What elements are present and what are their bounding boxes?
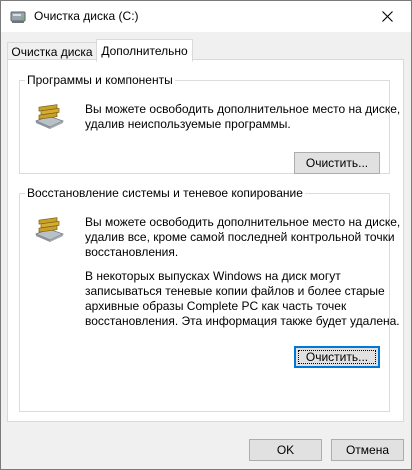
programs-group-title: Программы и компоненты	[27, 73, 173, 87]
close-button[interactable]	[365, 1, 411, 32]
cancel-button[interactable]: Отмена	[331, 439, 404, 461]
title-bar[interactable]: Очистка диска (C:)	[1, 1, 411, 32]
tab-more-options[interactable]: Дополнительно	[96, 39, 193, 62]
window-title: Очистка диска (C:)	[34, 9, 139, 23]
package-icon	[33, 216, 65, 242]
system-restore-note: В некоторых выпусках Windows на диск мог…	[85, 269, 400, 328]
focus-ring	[298, 350, 376, 364]
programs-group: Программы и компоненты Вы можете освобод…	[19, 73, 400, 174]
system-restore-description: Вы можете освободить дополнительное мест…	[85, 215, 401, 259]
system-restore-group-title: Восстановление системы и теневое копиров…	[27, 186, 303, 200]
ok-button[interactable]: OK	[249, 439, 322, 461]
disk-cleanup-icon	[10, 10, 26, 24]
system-restore-cleanup-button[interactable]: Очистить...	[294, 346, 380, 368]
tab-strip: Очистка диска Дополнительно	[1, 32, 411, 62]
disk-cleanup-dialog: Очистка диска (C:) Очистка диска Дополни…	[0, 0, 412, 470]
package-icon	[33, 103, 65, 129]
more-options-panel: Программы и компоненты Вы можете освобод…	[7, 59, 404, 422]
system-restore-group: Восстановление системы и теневое копиров…	[19, 186, 400, 412]
programs-description: Вы можете освободить дополнительное мест…	[85, 102, 401, 131]
close-icon	[382, 11, 393, 22]
programs-cleanup-button[interactable]: Очистить...	[294, 152, 380, 174]
